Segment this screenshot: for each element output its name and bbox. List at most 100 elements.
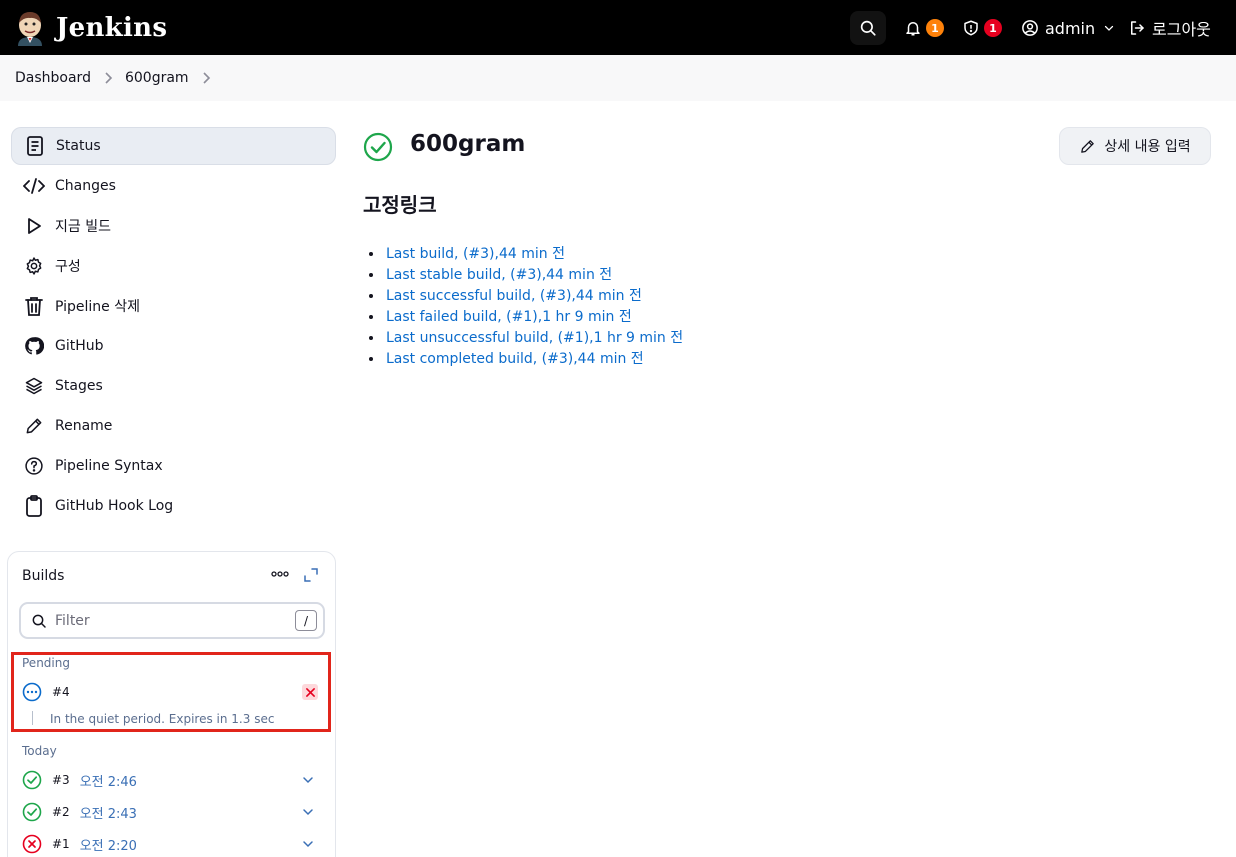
chevron-right-icon — [202, 72, 210, 84]
chevron-down-icon[interactable] — [302, 774, 314, 786]
chevron-down-icon[interactable] — [302, 806, 314, 818]
success-status-icon — [363, 132, 393, 162]
list-item: Last failed build, (#1),1 hr 9 min 전 — [384, 307, 683, 328]
search-button[interactable] — [850, 11, 886, 45]
brand-name: Jenkins — [56, 12, 168, 43]
security-button[interactable]: 1 — [962, 11, 1002, 45]
cancel-build-button[interactable] — [302, 684, 318, 700]
document-icon — [24, 135, 46, 157]
breadcrumb: Dashboard 600gram — [0, 55, 1236, 101]
permalink-last-failed-build[interactable]: Last failed build, (#1),1 hr 9 min 전 — [386, 309, 632, 325]
breadcrumb-dashboard[interactable]: Dashboard — [15, 70, 91, 86]
user-menu-button[interactable]: admin — [1021, 11, 1115, 45]
success-check-icon — [22, 802, 42, 822]
clipboard-icon — [23, 495, 45, 517]
build-number: #4 — [52, 685, 70, 699]
permalink-last-unsuccessful-build[interactable]: Last unsuccessful build, (#1),1 hr 9 min… — [386, 330, 683, 346]
task-label: Stages — [55, 378, 103, 394]
task-label: GitHub — [55, 338, 104, 354]
logout-label: 로그아웃 — [1152, 20, 1211, 39]
list-item: Last successful build, (#3),44 min 전 — [384, 286, 683, 307]
task-pipeline-syntax[interactable]: Pipeline Syntax — [11, 447, 336, 485]
build-time: 오전 2:46 — [79, 774, 137, 790]
chevron-down-icon — [1105, 25, 1114, 31]
task-rename[interactable]: Rename — [11, 407, 336, 445]
success-check-icon — [22, 770, 42, 790]
permalinks-heading: 고정링크 — [363, 193, 437, 217]
build-number: #1 — [52, 837, 70, 851]
code-icon — [23, 175, 45, 197]
task-github[interactable]: GitHub — [11, 327, 336, 365]
search-icon — [32, 614, 46, 628]
permalink-last-build[interactable]: Last build, (#3),44 min 전 — [386, 246, 565, 262]
task-status[interactable]: Status — [11, 127, 336, 165]
gear-icon — [23, 255, 45, 277]
bell-icon — [906, 22, 920, 36]
github-icon — [23, 335, 45, 357]
build-number: #3 — [52, 773, 70, 787]
builds-filter-input[interactable] — [55, 612, 275, 629]
user-avatar-icon — [1022, 20, 1038, 36]
task-label: 구성 — [55, 259, 81, 275]
more-options-icon[interactable] — [270, 566, 290, 582]
brand-link[interactable]: Jenkins — [14, 10, 167, 46]
build-row[interactable]: #3 오전 2:46 — [22, 769, 137, 791]
logout-button[interactable]: 로그아웃 — [1128, 11, 1211, 45]
failed-x-icon — [22, 834, 42, 854]
search-icon — [860, 20, 876, 36]
build-number: #2 — [52, 805, 70, 819]
breadcrumb-job[interactable]: 600gram — [125, 70, 189, 86]
pending-icon — [22, 682, 42, 702]
permalinks-list: Last build, (#3),44 min 전 Last stable bu… — [384, 244, 683, 370]
task-changes[interactable]: Changes — [11, 167, 336, 205]
help-icon — [23, 455, 45, 477]
task-build-now[interactable]: 지금 빌드 — [11, 207, 336, 245]
task-label: GitHub Hook Log — [55, 498, 174, 514]
task-label: Pipeline 삭제 — [55, 299, 141, 315]
chevron-right-icon — [105, 72, 113, 84]
pencil-icon — [23, 415, 45, 437]
build-row[interactable]: #2 오전 2:43 — [22, 801, 137, 823]
builds-filter[interactable]: / — [19, 602, 325, 639]
task-label: 지금 빌드 — [55, 219, 111, 235]
notifications-badge: 1 — [926, 19, 944, 37]
build-time: 오전 2:43 — [79, 806, 137, 822]
logout-icon — [1131, 21, 1144, 35]
layers-icon — [23, 375, 45, 397]
task-stages[interactable]: Stages — [11, 367, 336, 405]
play-icon — [23, 215, 45, 237]
task-label: Pipeline Syntax — [55, 458, 163, 474]
permalink-last-stable-build[interactable]: Last stable build, (#3),44 min 전 — [386, 267, 612, 283]
task-label: Rename — [55, 418, 113, 434]
expand-icon[interactable] — [304, 568, 318, 582]
today-label: Today — [22, 744, 57, 758]
chevron-down-icon[interactable] — [302, 838, 314, 850]
edit-description-label: 상세 내용 입력 — [1104, 139, 1191, 155]
pencil-icon — [1081, 139, 1095, 153]
build-row-pending[interactable]: #4 — [22, 681, 70, 703]
close-icon — [305, 687, 315, 697]
permalink-last-successful-build[interactable]: Last successful build, (#3),44 min 전 — [386, 288, 642, 304]
breadcrumb-separator[interactable] — [201, 72, 211, 84]
pending-connector-line — [32, 711, 33, 725]
edit-description-button[interactable]: 상세 내용 입력 — [1059, 127, 1211, 165]
pending-label: Pending — [22, 656, 70, 670]
security-badge: 1 — [984, 19, 1002, 37]
task-github-hook-log[interactable]: GitHub Hook Log — [11, 487, 336, 525]
task-configure[interactable]: 구성 — [11, 247, 336, 285]
task-delete-pipeline[interactable]: Pipeline 삭제 — [11, 287, 336, 325]
notifications-button[interactable]: 1 — [904, 11, 944, 45]
keyboard-shortcut-hint: / — [295, 610, 317, 631]
shield-icon — [964, 20, 978, 36]
user-name: admin — [1045, 18, 1096, 38]
page-title: 600gram — [410, 131, 526, 157]
task-label: Changes — [55, 178, 116, 194]
builds-title: Builds — [22, 568, 65, 584]
build-row[interactable]: #1 오전 2:20 — [22, 833, 137, 855]
pending-message: In the quiet period. Expires in 1.3 sec — [50, 712, 275, 726]
list-item: Last completed build, (#3),44 min 전 — [384, 349, 683, 370]
top-header: Jenkins 1 1 admin 로그아웃 — [0, 0, 1236, 55]
permalink-last-completed-build[interactable]: Last completed build, (#3),44 min 전 — [386, 351, 644, 367]
task-label: Status — [56, 138, 101, 154]
list-item: Last build, (#3),44 min 전 — [384, 244, 683, 265]
